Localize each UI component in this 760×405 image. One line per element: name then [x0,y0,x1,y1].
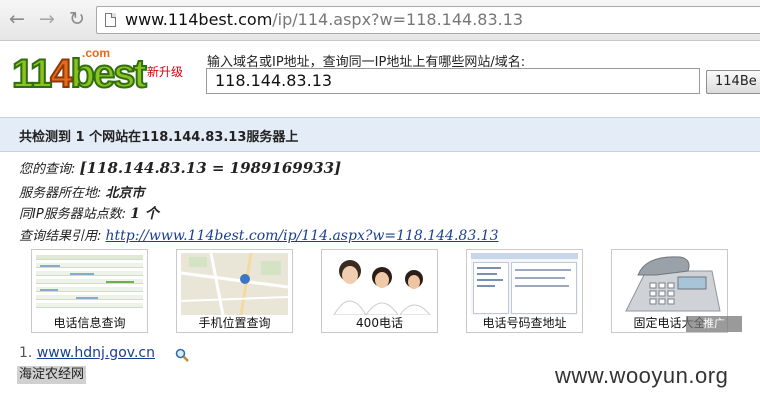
query-button[interactable]: 114Be [706,70,760,94]
thumb-caption: 手机位置查询 [198,316,271,330]
new-upgrade-label: 新升级 [147,65,184,79]
result-header: 共检测到 1 个网站在118.144.83.13服务器上 [0,117,760,152]
cite-line: 查询结果引用: http://www.114best.com/ip/114.as… [19,225,499,244]
thumb-caption: 电话号码查地址 [482,316,567,330]
thumb-number-lookup[interactable]: 电话号码查地址 [466,249,583,333]
site-domain-link[interactable]: www.hdnj.gov.cn [37,345,155,361]
url-host: www.114best.com [125,10,273,29]
query-line: 您的查询: [118.144.83.13 = 1989169933] [19,158,341,177]
thumb-mobile-location[interactable]: 手机位置查询 [176,249,293,333]
url-text[interactable]: www.114best.com/ip/114.aspx?w=118.144.83… [125,10,523,30]
query-label: 您的查询: [19,162,80,177]
url-path: /ip/114.aspx?w=118.144.83.13 [272,10,524,29]
query-value: [118.144.83.13 = 1989169933] [79,159,342,177]
site-name: 海淀农经网 [17,366,87,384]
ad-tag[interactable]: 推广 [686,316,742,332]
list-item: 1. www.hdnj.gov.cn [19,345,155,361]
phone-info-table-image [36,253,143,315]
map-image [181,253,288,315]
thumb-caption: 电话信息查询 [53,316,126,330]
location-value: 北京市 [105,186,145,201]
call-center-image [326,253,433,315]
back-arrow-icon[interactable]: ← [6,8,28,30]
thumb-phone-info[interactable]: 电话信息查询 [31,249,148,333]
list-index: 1. [19,345,33,361]
location-line: 服务器所在地: 北京市 [19,182,145,201]
browser-toolbar: ← → ↻ www.114best.com/ip/114.aspx?w=118.… [0,0,760,41]
number-lookup-screenshot [471,253,578,315]
ip-search-input[interactable]: 118.144.83.13 [206,68,700,94]
watermark: www.wooyun.org [555,363,729,388]
count-label: 同IP服务器站点数: [19,207,131,222]
count-value: 1 个 [130,206,159,222]
cite-link[interactable]: http://www.114best.com/ip/114.aspx?w=118… [106,228,499,244]
forward-arrow-icon[interactable]: → [36,8,58,30]
thumb-400-phone[interactable]: 400电话 [321,249,438,333]
logo-text: 114best [11,51,148,97]
reload-icon[interactable]: ↻ [66,8,88,30]
thumb-caption: 400电话 [356,316,403,330]
site-logo[interactable]: .com 114best [11,46,148,98]
address-bar[interactable]: www.114best.com/ip/114.aspx?w=118.144.83… [96,6,760,34]
result-title: 共检测到 1 个网站在118.144.83.13服务器上 [19,130,299,145]
cite-label: 查询结果引用: [19,229,106,244]
magnifier-icon[interactable] [174,347,190,363]
desk-phone-image [616,253,723,315]
count-line: 同IP服务器站点数: 1 个 [19,203,159,223]
location-label: 服务器所在地: [19,186,106,201]
page-icon [105,13,116,27]
